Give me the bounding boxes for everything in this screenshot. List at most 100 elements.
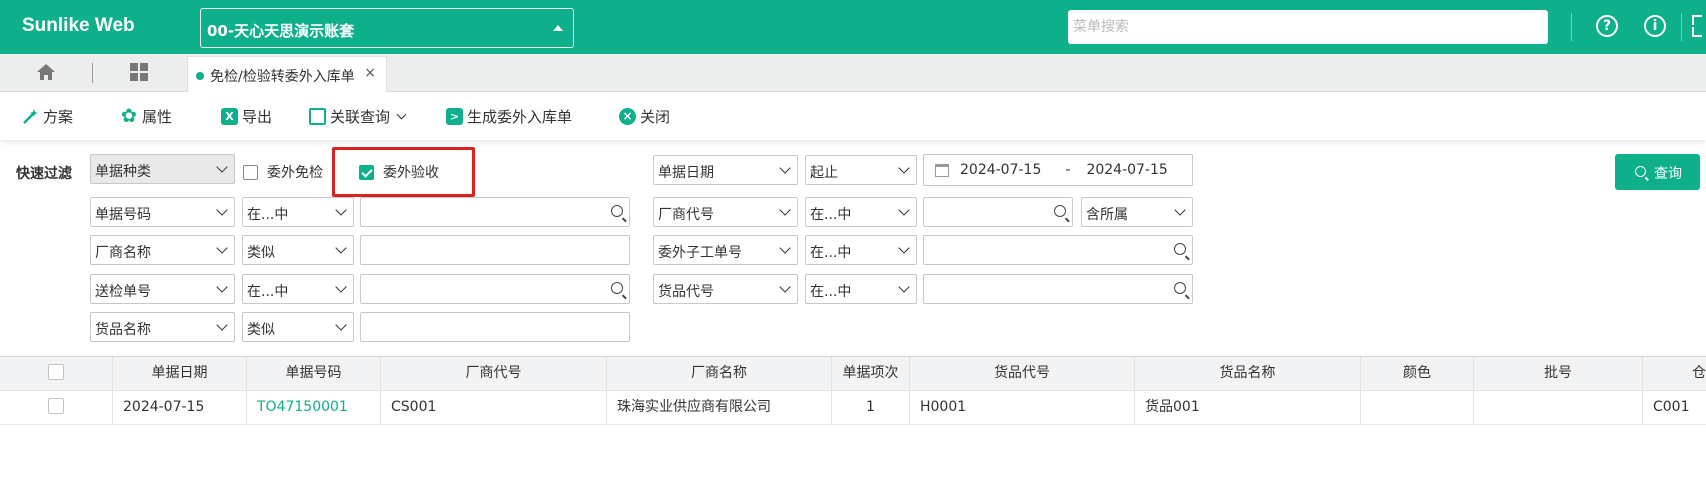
outsource-exempt-label: 委外免检 bbox=[267, 165, 323, 181]
doc-type-select[interactable]: 单据种类 bbox=[90, 154, 235, 184]
row-select-cell bbox=[0, 391, 113, 424]
grid-icon[interactable] bbox=[130, 63, 148, 81]
close-icon[interactable]: × bbox=[364, 65, 376, 81]
column-header[interactable]: 厂商名称 bbox=[607, 357, 832, 390]
link-query-icon bbox=[309, 108, 326, 125]
account-selector[interactable]: 00-天心天思演示账套 bbox=[200, 8, 574, 48]
info-icon[interactable]: i bbox=[1644, 15, 1666, 37]
export-button[interactable]: X 导出 bbox=[221, 106, 272, 127]
include-sub-value: 含所属 bbox=[1086, 207, 1128, 223]
date-op-select[interactable]: 起止 bbox=[805, 155, 917, 185]
filter-field-value: 委外子工单号 bbox=[658, 245, 742, 261]
cell-doc-date: 2024-07-15 bbox=[113, 391, 247, 424]
search-icon[interactable] bbox=[611, 282, 623, 294]
chevron-down-icon bbox=[216, 161, 228, 173]
chevron-down-icon bbox=[335, 242, 347, 254]
fullscreen-icon[interactable] bbox=[1692, 15, 1706, 37]
checkbox-unchecked-icon[interactable] bbox=[48, 364, 64, 380]
filter-field-select[interactable]: 单据号码 bbox=[90, 197, 235, 227]
date-range-picker[interactable]: 2024-07-15-2024-07-15 bbox=[923, 154, 1193, 186]
cell-warehouse: C001 bbox=[1653, 399, 1690, 415]
filter-field-select[interactable]: 厂商名称 bbox=[90, 235, 235, 265]
inspection-number-input[interactable] bbox=[360, 274, 630, 304]
cell-item-name: 货品001 bbox=[1135, 391, 1361, 424]
item-name-input[interactable] bbox=[360, 312, 630, 342]
column-header[interactable]: 单据日期 bbox=[113, 357, 247, 390]
generate-inbound-button[interactable]: > 生成委外入库单 bbox=[446, 106, 572, 127]
column-header[interactable]: 批号 bbox=[1474, 357, 1643, 390]
date-to[interactable]: 2024-07-15 bbox=[1086, 162, 1167, 178]
query-button[interactable]: 查询 bbox=[1615, 154, 1700, 190]
filter-op-select[interactable]: 在...中 bbox=[805, 274, 917, 304]
search-icon[interactable] bbox=[611, 205, 623, 217]
plan-label: 方案 bbox=[43, 108, 74, 126]
filter-field-value: 单据号码 bbox=[95, 207, 151, 223]
excel-icon: X bbox=[221, 108, 238, 125]
related-query-button[interactable]: 关联查询 bbox=[309, 106, 407, 127]
highlight-annotation bbox=[332, 147, 475, 197]
cell-item-code: H0001 bbox=[910, 391, 1135, 424]
table-row[interactable]: 2024-07-15 TO47150001 CS001 珠海实业供应商有限公司 … bbox=[0, 391, 1706, 425]
filter-op-select[interactable]: 在...中 bbox=[805, 235, 917, 265]
column-header[interactable]: 厂商代号 bbox=[381, 357, 607, 390]
chevron-down-icon bbox=[779, 204, 791, 216]
cell-color bbox=[1361, 391, 1474, 424]
filter-field-select[interactable]: 货品代号 bbox=[653, 274, 798, 304]
filter-op-select[interactable]: 在...中 bbox=[805, 197, 917, 227]
generate-label: 生成委外入库单 bbox=[467, 108, 573, 126]
filter-field-value: 厂商代号 bbox=[658, 207, 714, 223]
filter-op-select[interactable]: 在...中 bbox=[242, 197, 354, 227]
chevron-down-icon bbox=[898, 162, 910, 174]
cell-doc-number-link[interactable]: TO47150001 bbox=[247, 391, 381, 424]
column-header[interactable]: 颜色 bbox=[1361, 357, 1474, 390]
filter-op-value: 在...中 bbox=[247, 207, 289, 223]
menu-search-input[interactable] bbox=[1068, 10, 1548, 44]
filter-op-value: 类似 bbox=[247, 245, 275, 261]
filter-field-select[interactable]: 送检单号 bbox=[90, 274, 235, 304]
help-icon[interactable]: ? bbox=[1596, 15, 1618, 37]
filter-field-value: 货品名称 bbox=[95, 322, 151, 338]
filter-op-select[interactable]: 在...中 bbox=[242, 274, 354, 304]
column-header[interactable]: 货品代号 bbox=[910, 357, 1135, 390]
filter-field-select[interactable]: 货品名称 bbox=[90, 312, 235, 342]
item-code-input[interactable] bbox=[923, 274, 1193, 304]
filter-field-select[interactable]: 委外子工单号 bbox=[653, 235, 798, 265]
filter-op-value: 在...中 bbox=[810, 207, 852, 223]
chevron-down-icon bbox=[335, 281, 347, 293]
active-dot-icon bbox=[196, 72, 204, 80]
search-icon[interactable] bbox=[1054, 205, 1066, 217]
search-icon[interactable] bbox=[1174, 282, 1186, 294]
plan-button[interactable]: 方案 bbox=[22, 106, 73, 127]
select-all-cell bbox=[0, 357, 113, 390]
column-header[interactable]: 仓 bbox=[1643, 357, 1706, 390]
tab-outsource-inbound[interactable]: 免检/检验转委外入库单 × bbox=[187, 56, 387, 92]
close-button[interactable]: × 关闭 bbox=[619, 106, 670, 127]
search-icon[interactable] bbox=[1174, 243, 1186, 255]
query-label: 查询 bbox=[1654, 166, 1682, 182]
related-query-label: 关联查询 bbox=[330, 108, 391, 126]
doc-number-input[interactable] bbox=[360, 197, 630, 227]
column-header[interactable]: 单据号码 bbox=[247, 357, 381, 390]
sub-workorder-input[interactable] bbox=[923, 235, 1193, 265]
checkbox-unchecked-icon[interactable] bbox=[243, 164, 258, 180]
column-header[interactable]: 单据项次 bbox=[832, 357, 910, 390]
vendor-code-input[interactable] bbox=[923, 197, 1073, 227]
chevron-down-icon bbox=[216, 281, 228, 293]
vendor-name-input[interactable] bbox=[360, 235, 630, 265]
tab-bar: 免检/检验转委外入库单 × bbox=[0, 54, 1706, 92]
column-header[interactable]: 货品名称 bbox=[1135, 357, 1361, 390]
checkbox-unchecked-icon[interactable] bbox=[48, 398, 64, 414]
header-divider bbox=[1571, 13, 1572, 41]
include-sub-select[interactable]: 含所属 bbox=[1081, 197, 1193, 227]
filter-op-select[interactable]: 类似 bbox=[242, 312, 354, 342]
filter-op-select[interactable]: 类似 bbox=[242, 235, 354, 265]
home-icon[interactable] bbox=[36, 63, 56, 81]
cell-vendor-name: 珠海实业供应商有限公司 bbox=[607, 391, 832, 424]
doc-date-field-select[interactable]: 单据日期 bbox=[653, 155, 798, 185]
chevron-down-icon bbox=[898, 281, 910, 293]
outsource-exempt-checkbox[interactable]: 委外免检 bbox=[243, 162, 323, 182]
properties-button[interactable]: ✿ 属性 bbox=[121, 106, 172, 127]
filter-field-select[interactable]: 厂商代号 bbox=[653, 197, 798, 227]
date-from[interactable]: 2024-07-15 bbox=[960, 162, 1041, 178]
close-label: 关闭 bbox=[640, 108, 671, 126]
